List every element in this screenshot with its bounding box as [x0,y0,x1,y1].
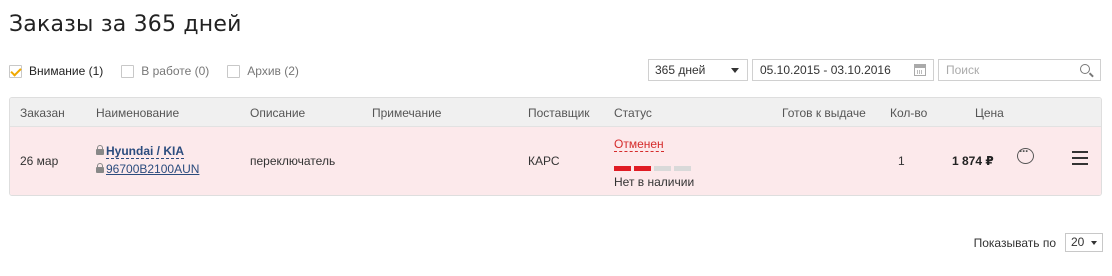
page-size-value: 20 [1071,235,1085,249]
table-row[interactable]: 26 мар Hyundai / KIA 96700B2100AUN перек… [10,127,1101,195]
date-range-value: 05.10.2015 - 03.10.2016 [760,63,891,77]
filter-archive-label: Архив (2) [247,64,299,78]
filter-attention-label: Внимание (1) [29,64,104,78]
availability-text: Нет в наличии [614,175,695,189]
filter-in-progress-checkbox[interactable] [121,64,135,78]
column-header-supplier[interactable]: Поставщик [528,106,590,120]
progress-segment-done [634,166,651,171]
chevron-down-icon [731,68,739,73]
progress-segment-done [614,166,631,171]
status-progress [614,166,694,171]
column-header-description[interactable]: Описание [250,106,305,120]
status-filters: Внимание (1) В работе (0) Архив (2) [9,62,317,80]
page-size-label: Показывать по [973,235,1056,250]
filter-archive[interactable]: Архив (2) [227,64,299,78]
date-range-field[interactable]: 05.10.2015 - 03.10.2016 [752,59,934,81]
period-select[interactable]: 365 дней [648,59,748,81]
brand-cell: Hyundai / KIA [96,144,185,159]
filter-attention[interactable]: Внимание (1) [9,64,103,78]
status-cell: Отменен [614,137,664,152]
search-input[interactable] [938,59,1101,81]
filter-in-progress-label: В работе (0) [141,64,210,78]
menu-icon[interactable] [1072,151,1088,165]
progress-segment-pending [674,166,691,171]
comment-icon[interactable] [1017,144,1034,164]
lock-icon [96,145,104,155]
filter-archive-checkbox[interactable] [227,64,241,78]
quantity-cell: 1 [898,154,905,168]
page-size-select[interactable]: 20 [1065,233,1103,252]
price-cell: 1 874 ₽ [952,154,994,168]
order-date: 26 мар [20,154,59,168]
column-header-price[interactable]: Цена [975,106,1004,120]
table-header: Заказан Наименование Описание Примечание… [10,98,1101,127]
column-header-note[interactable]: Примечание [372,106,441,120]
period-select-value: 365 дней [655,63,706,77]
progress-segment-pending [654,166,671,171]
chevron-down-icon [1091,241,1097,245]
status-link[interactable]: Отменен [614,137,664,152]
column-header-name[interactable]: Наименование [96,106,179,120]
page-title: Заказы за 365 дней [9,12,242,37]
column-header-qty[interactable]: Кол-во [890,106,927,120]
column-header-status[interactable]: Статус [614,106,652,120]
calendar-icon[interactable] [914,64,926,76]
filter-in-progress[interactable]: В работе (0) [121,64,209,78]
article-cell: 96700B2100AUN [96,162,199,176]
filter-attention-checkbox[interactable] [9,64,22,78]
column-header-ordered[interactable]: Заказан [20,106,65,120]
article-link[interactable]: 96700B2100AUN [106,162,199,176]
orders-table: Заказан Наименование Описание Примечание… [9,97,1102,196]
page-size-control: Показывать по 20 [974,233,1103,252]
search-icon[interactable] [1080,64,1090,74]
column-header-ready[interactable]: Готов к выдаче [782,106,866,120]
lock-icon [96,163,104,173]
description-cell: переключатель [250,154,336,168]
brand-link[interactable]: Hyundai / KIA [106,144,185,159]
supplier-cell: КАРС [528,154,560,168]
